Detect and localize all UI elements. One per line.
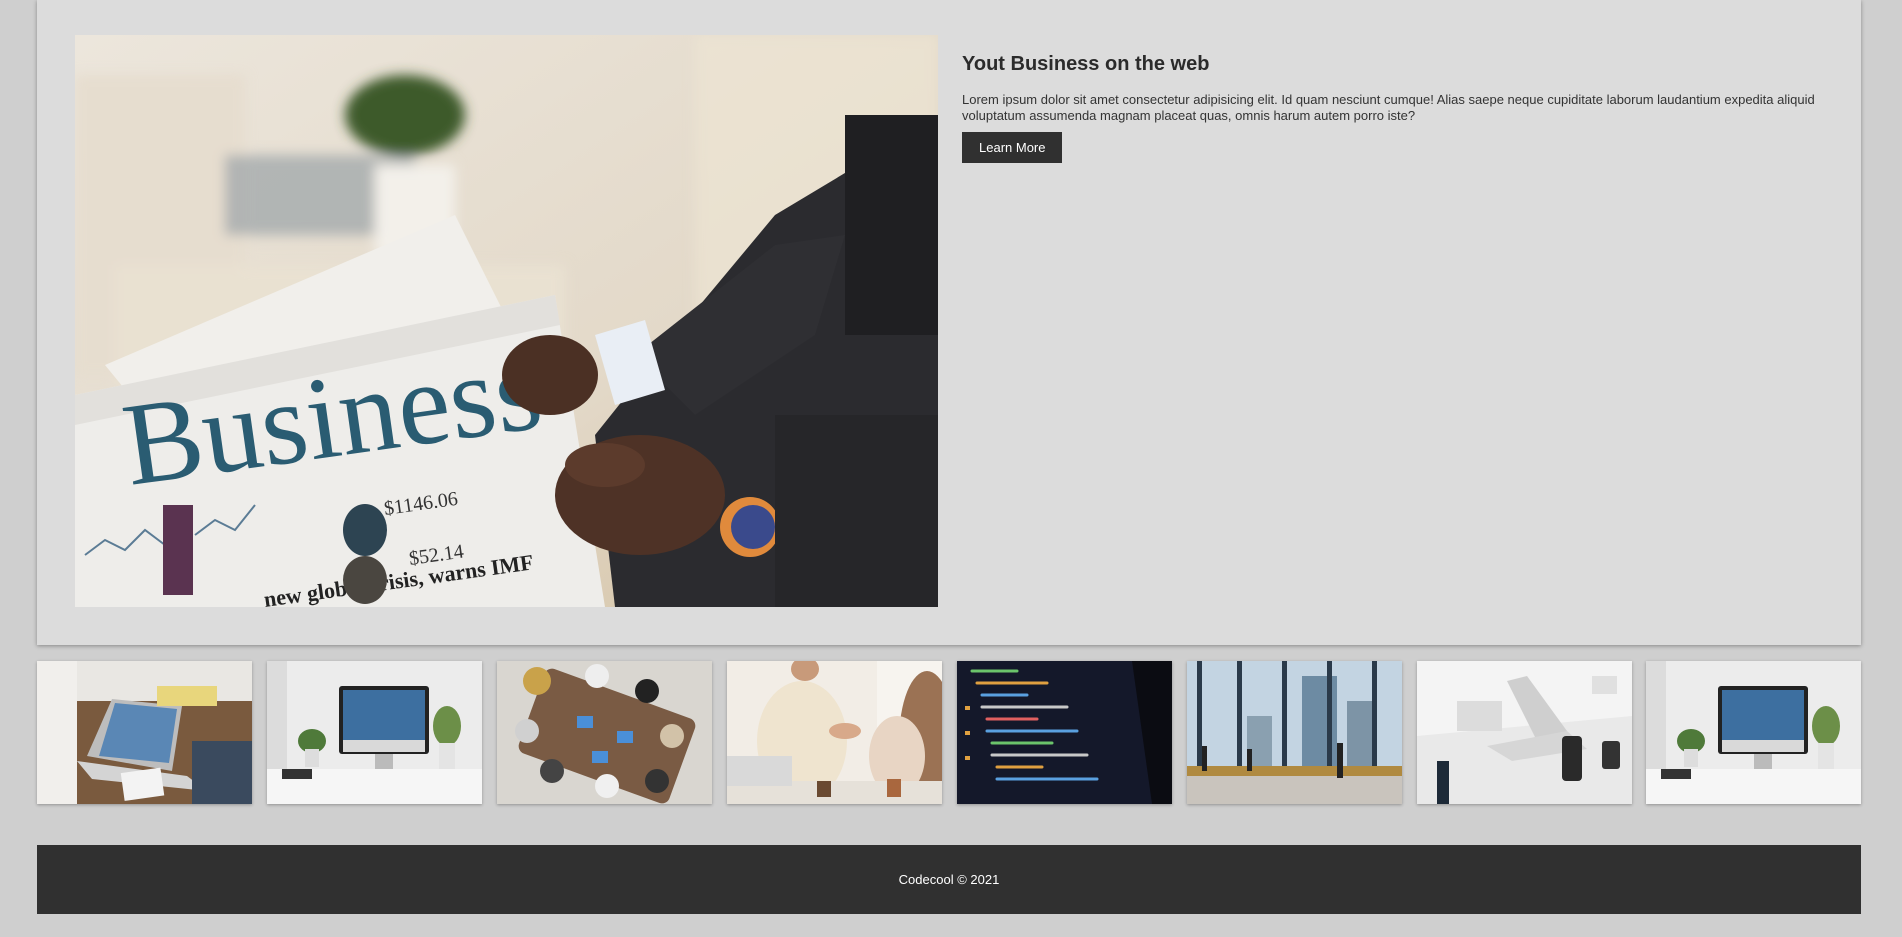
footer: Codecool © 2021	[37, 845, 1861, 914]
footer-copyright: Codecool © 2021	[898, 872, 1000, 887]
hero-card: Business $1146.06 $52.14 new global cris…	[37, 0, 1861, 645]
newspaper-photo: Business $1146.06 $52.14 new global cris…	[75, 35, 938, 607]
thumbnail-imac-desk-2[interactable]	[1646, 661, 1861, 804]
thumbnail-laptop-table[interactable]	[1417, 661, 1632, 804]
thumbnail-code-screen[interactable]	[957, 661, 1172, 804]
thumbnail-city-window[interactable]	[1187, 661, 1402, 804]
hero-text: Yout Business on the web Lorem ipsum dol…	[962, 53, 1842, 163]
hero-description: Lorem ipsum dolor sit amet consectetur a…	[962, 92, 1815, 123]
thumbnail-laptop-desk[interactable]	[37, 661, 252, 804]
thumbnail-team-meeting[interactable]	[497, 661, 712, 804]
hero-title: Yout Business on the web	[962, 53, 1210, 75]
thumbnail-handshake[interactable]	[727, 661, 942, 804]
hero-image: Business $1146.06 $52.14 new global cris…	[75, 35, 938, 607]
thumbnail-imac-desk[interactable]	[267, 661, 482, 804]
thumbnail-gallery	[37, 661, 1861, 804]
learn-more-button[interactable]: Learn More	[962, 132, 1063, 163]
